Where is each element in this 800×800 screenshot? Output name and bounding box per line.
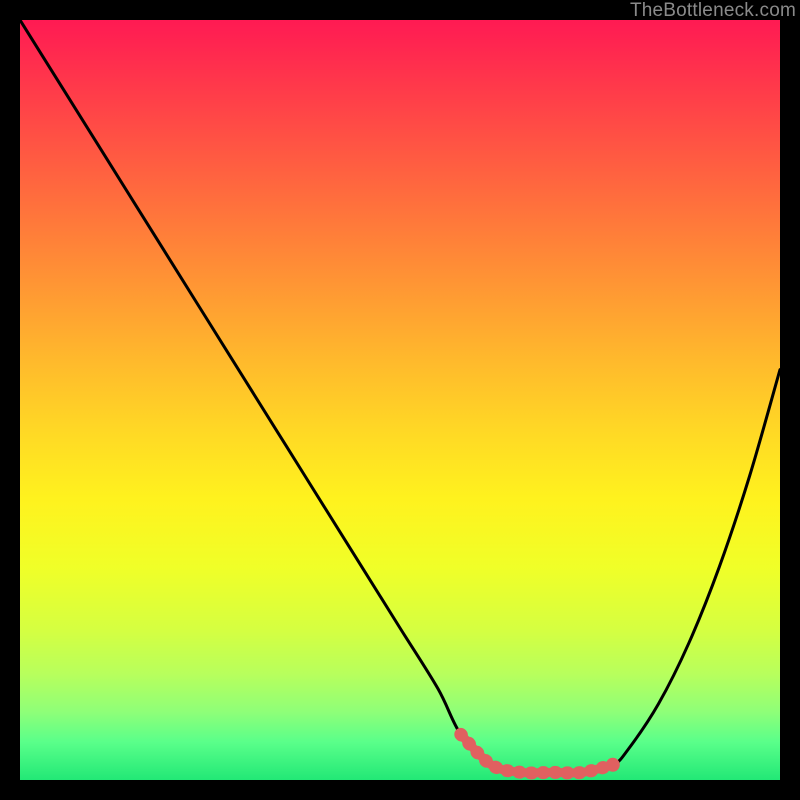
basin-highlight — [461, 734, 613, 773]
chart-frame: TheBottleneck.com — [0, 0, 800, 800]
plot-area — [20, 20, 780, 780]
bottleneck-curve — [20, 20, 780, 773]
watermark-text: TheBottleneck.com — [630, 0, 796, 22]
chart-svg — [20, 20, 780, 780]
basin-dot — [606, 758, 620, 772]
